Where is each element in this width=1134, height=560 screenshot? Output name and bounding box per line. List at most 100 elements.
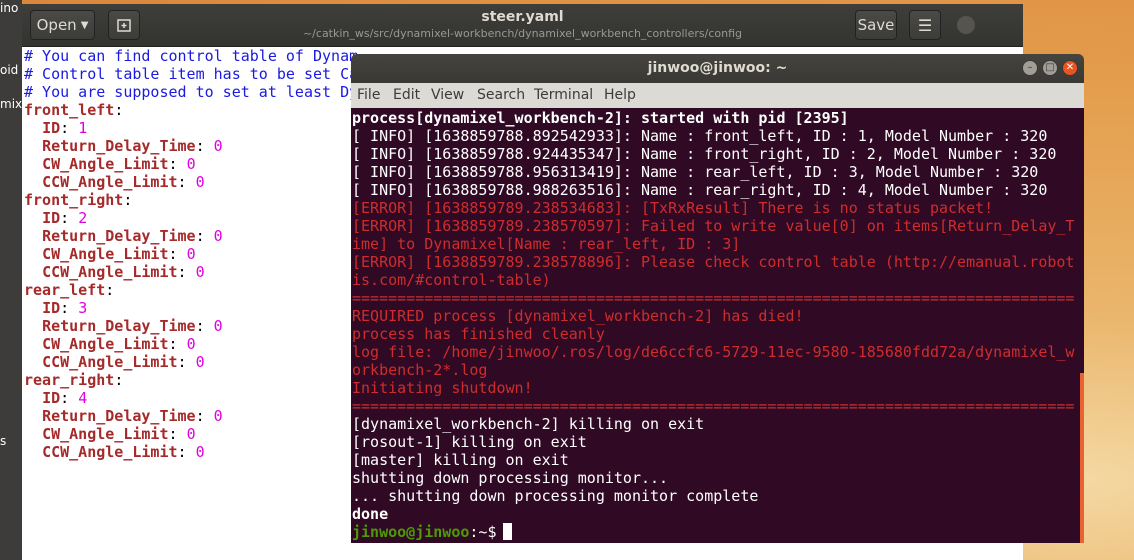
menu-file[interactable]: File	[357, 87, 380, 103]
save-button[interactable]: Save	[855, 10, 897, 40]
yaml-value: 0	[195, 173, 205, 191]
save-button-label: Save	[857, 16, 895, 34]
yaml-key: ID	[42, 299, 61, 317]
gedit-headerbar: Open ▼ steer.yaml ~/catkin_ws/src/dynami…	[22, 4, 1023, 47]
terminal-error-line: is.com/#control-table)	[352, 271, 551, 289]
yaml-key: CW_Angle_Limit	[42, 335, 169, 353]
yaml-value: 0	[213, 317, 223, 335]
close-icon[interactable]	[957, 16, 975, 34]
terminal-line: [ INFO] [1638859788.892542933]: Name : f…	[352, 127, 1048, 145]
terminal-menubar: File Edit View Search Terminal Help	[351, 83, 1084, 109]
editor-line: # You are supposed to set at least Dy	[24, 83, 358, 101]
yaml-comment: # You can find control table of Dynam	[24, 47, 359, 65]
yaml-colon: :	[177, 173, 196, 191]
menu-help[interactable]: Help	[604, 87, 636, 103]
menu-edit[interactable]: Edit	[393, 87, 420, 103]
yaml-colon: :	[195, 227, 214, 245]
editor-line: CCW_Angle_Limit: 0	[24, 353, 205, 371]
terminal-error-line: [ERROR] [1638859789.238578896]: Please c…	[352, 253, 1075, 271]
yaml-key: Return_Delay_Time	[42, 407, 196, 425]
terminal-error-line: [ERROR] [1638859789.238570597]: Failed t…	[352, 217, 1075, 235]
yaml-value: 0	[186, 245, 196, 263]
yaml-colon: :	[60, 389, 79, 407]
editor-line: CCW_Angle_Limit: 0	[24, 443, 205, 461]
yaml-section-key: front_left	[24, 101, 115, 119]
editor-line: # You can find control table of Dynam	[24, 47, 358, 65]
yaml-colon: :	[168, 425, 187, 443]
yaml-key: ID	[42, 389, 61, 407]
yaml-key: Return_Delay_Time	[42, 317, 196, 335]
terminal-error-line: REQUIRED process [dynamixel_workbench-2]…	[352, 307, 804, 325]
prompt-user: jinwoo@jinwoo	[352, 523, 470, 541]
yaml-colon: :	[195, 407, 214, 425]
yaml-value: 1	[78, 119, 88, 137]
menu-button[interactable]: ☰	[909, 10, 941, 40]
yaml-colon: :	[123, 191, 133, 209]
yaml-key: CW_Angle_Limit	[42, 155, 169, 173]
close-icon[interactable]: ✕	[1062, 60, 1078, 76]
terminal-error-line: [ERROR] [1638859789.238534683]: [TxRxRes…	[352, 199, 994, 217]
terminal-error-line: process has finished cleanly	[352, 325, 605, 343]
terminal-line: [dynamixel_workbench-2] killing on exit	[352, 415, 705, 433]
editor-line: rear_left:	[24, 281, 114, 299]
yaml-value: 0	[213, 137, 223, 155]
yaml-colon: :	[60, 209, 79, 227]
editor-line: CW_Angle_Limit: 0	[24, 425, 196, 443]
yaml-value: 0	[213, 227, 223, 245]
terminal-window: jinwoo@jinwoo: ~ – □ ✕ File Edit View Se…	[351, 54, 1084, 543]
terminal-line: [master] killing on exit	[352, 451, 569, 469]
yaml-value: 0	[195, 353, 205, 371]
terminal-error-line: log file: /home/jinwoo/.ros/log/de6ccfc6…	[352, 343, 1075, 361]
maximize-icon[interactable]: □	[1042, 60, 1058, 76]
terminal-error-line: ========================================…	[352, 289, 1075, 307]
terminal-line: shutting down processing monitor...	[352, 469, 669, 487]
editor-line: CCW_Angle_Limit: 0	[24, 263, 205, 281]
minimize-icon[interactable]: –	[1022, 60, 1038, 76]
terminal-line: [ INFO] [1638859788.924435347]: Name : f…	[352, 145, 1057, 163]
yaml-colon: :	[177, 443, 196, 461]
yaml-colon: :	[60, 119, 79, 137]
yaml-key: ID	[42, 209, 61, 227]
yaml-key: ID	[42, 119, 61, 137]
yaml-colon: :	[60, 299, 79, 317]
terminal-error-line: Initiating shutdown!	[352, 379, 533, 397]
terminal-output[interactable]: process[dynamixel_workbench-2]: started …	[351, 108, 1084, 543]
editor-line: CCW_Angle_Limit: 0	[24, 173, 205, 191]
yaml-colon: :	[168, 155, 187, 173]
yaml-value: 0	[186, 335, 196, 353]
editor-line: front_right:	[24, 191, 132, 209]
yaml-value: 4	[78, 389, 88, 407]
yaml-value: 0	[186, 425, 196, 443]
editor-line: CW_Angle_Limit: 0	[24, 245, 196, 263]
yaml-section-key: front_right	[24, 191, 124, 209]
terminal-prompt[interactable]: jinwoo@jinwoo:~$	[352, 523, 512, 541]
yaml-comment: # You are supposed to set at least Dy	[24, 83, 359, 101]
editor-line: # Control table item has to be set Ca	[24, 65, 358, 83]
desktop-left-strip	[0, 0, 22, 560]
editor-line: front_left:	[24, 101, 123, 119]
menu-terminal[interactable]: Terminal	[534, 87, 593, 103]
editor-line: rear_right:	[24, 371, 123, 389]
yaml-section-key: rear_right	[24, 371, 115, 389]
desktop-label: s	[0, 434, 7, 448]
yaml-value: 2	[78, 209, 88, 227]
editor-line: ID: 2	[24, 209, 87, 227]
yaml-key: Return_Delay_Time	[42, 137, 196, 155]
desktop-label: mix	[0, 97, 23, 111]
menu-view[interactable]: View	[431, 87, 464, 103]
editor-line: Return_Delay_Time: 0	[24, 227, 223, 245]
yaml-key: CCW_Angle_Limit	[42, 263, 178, 281]
terminal-error-line: orkbench-2*.log	[352, 361, 488, 379]
yaml-colon: :	[177, 353, 196, 371]
yaml-colon: :	[114, 371, 124, 389]
yaml-key: CW_Angle_Limit	[42, 245, 169, 263]
yaml-value: 0	[213, 407, 223, 425]
yaml-key: CCW_Angle_Limit	[42, 353, 178, 371]
terminal-title: jinwoo@jinwoo: ~	[647, 60, 788, 76]
terminal-scrollbar[interactable]	[1080, 373, 1084, 543]
yaml-value: 0	[186, 155, 196, 173]
editor-line: Return_Delay_Time: 0	[24, 317, 223, 335]
terminal-line: [ INFO] [1638859788.988263516]: Name : r…	[352, 181, 1048, 199]
menu-search[interactable]: Search	[477, 87, 525, 103]
editor-line: ID: 4	[24, 389, 87, 407]
